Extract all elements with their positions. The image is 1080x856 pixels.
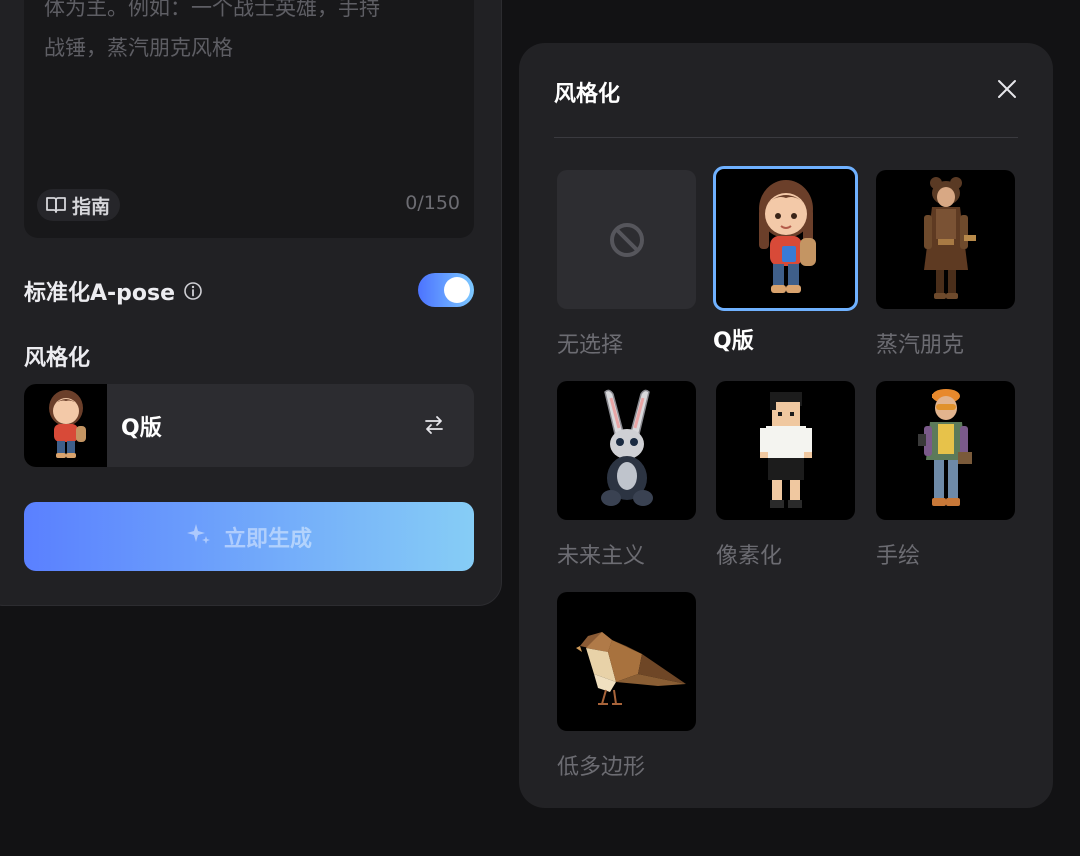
guide-button[interactable]: 指南: [37, 189, 121, 221]
generate-button[interactable]: 立即生成: [24, 502, 474, 571]
selected-style-name: Q版: [121, 415, 162, 441]
sparkle-icon: [186, 521, 212, 553]
selected-style-card[interactable]: Q版: [24, 384, 474, 467]
style-thumbnail: [557, 170, 696, 309]
style-label: 未来主义: [557, 544, 646, 569]
prompt-textarea[interactable]: 体为主。例如：一个战士英雄，手持 战锤，蒸汽朋克风格 指南 0/150: [24, 0, 474, 238]
steampunk-figure: [923, 176, 976, 299]
pixel-boy-figure: [759, 391, 812, 508]
style-option-pixel[interactable]: 像素化: [716, 381, 859, 570]
info-icon[interactable]: [183, 281, 203, 301]
toggle-knob: [444, 277, 470, 303]
book-icon: [45, 195, 67, 215]
style-thumbnail: [876, 381, 1015, 520]
style-thumbnail: [557, 381, 696, 520]
style-option-steampunk[interactable]: 蒸汽朋克: [876, 170, 1019, 359]
style-option-chibi[interactable]: Q版: [713, 166, 858, 355]
chibi-girl-figure: [758, 179, 816, 293]
style-thumbnail: [713, 166, 858, 311]
style-option-none[interactable]: 无选择: [557, 170, 700, 359]
close-icon[interactable]: [995, 77, 1019, 101]
handdrawn-boy-figure: [917, 388, 972, 506]
ban-icon: [609, 222, 644, 257]
style-label: 低多边形: [557, 755, 646, 780]
char-counter: 0/150: [405, 192, 460, 214]
dialog-title: 风格化: [554, 82, 621, 107]
style-label: 蒸汽朋克: [876, 333, 965, 358]
style-picker-dialog: 风格化 无选择 Q版 蒸汽朋克 未来主义 像素化 手绘 低多边形: [519, 43, 1053, 808]
robot-rabbit-figure: [600, 389, 653, 506]
swap-icon[interactable]: [422, 413, 446, 441]
style-option-handdrawn[interactable]: 手绘: [876, 381, 1019, 570]
stylize-heading: 风格化: [24, 346, 91, 371]
lowpoly-bird-figure: [575, 631, 686, 705]
chibi-girl-figure: [48, 389, 86, 458]
apose-label: 标准化A-pose: [24, 281, 176, 306]
style-label: 像素化: [716, 544, 783, 569]
style-thumbnail: [557, 592, 696, 731]
generate-label: 立即生成: [223, 526, 312, 552]
selected-style-thumbnail: [24, 384, 107, 467]
style-option-lowpoly[interactable]: 低多边形: [557, 592, 700, 781]
apose-toggle[interactable]: [418, 273, 474, 307]
style-option-futurism[interactable]: 未来主义: [557, 381, 700, 570]
style-label: Q版: [713, 329, 754, 354]
style-label: 手绘: [876, 544, 921, 569]
apose-row: 标准化A-pose: [24, 272, 474, 310]
style-label: 无选择: [557, 333, 624, 358]
style-thumbnail: [876, 170, 1015, 309]
guide-label: 指南: [72, 195, 111, 218]
dialog-divider: [554, 137, 1018, 138]
prompt-placeholder: 体为主。例如：一个战士英雄，手持 战锤，蒸汽朋克风格: [44, 0, 380, 60]
style-thumbnail: [716, 381, 855, 520]
